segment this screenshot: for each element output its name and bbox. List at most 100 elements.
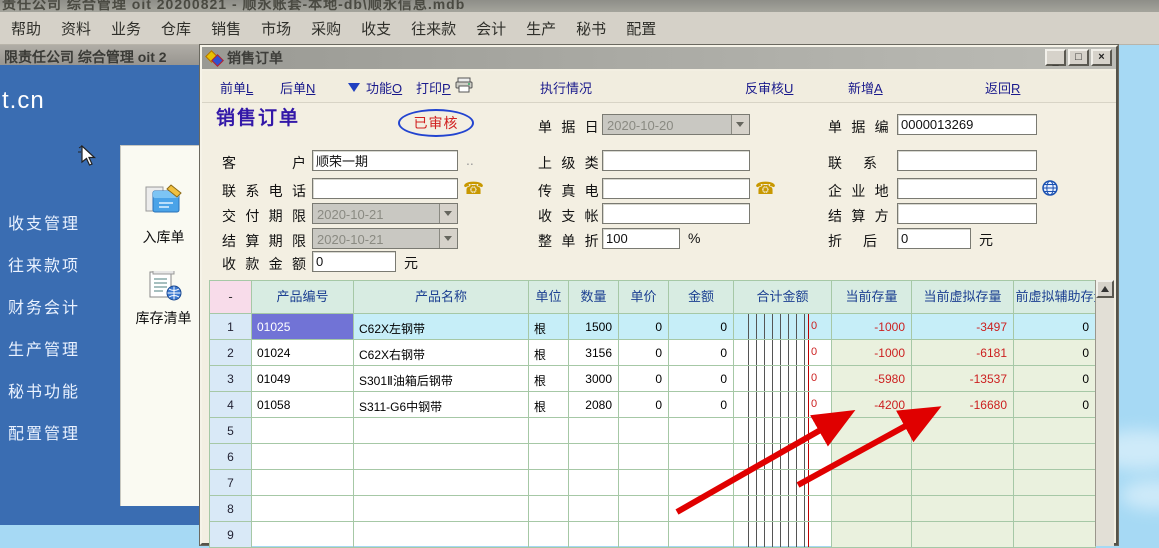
toolbar-打印[interactable]: 打印P: [416, 78, 451, 97]
table-cell[interactable]: -13537: [912, 366, 1014, 392]
table-cell[interactable]: [252, 522, 354, 548]
table-cell[interactable]: [569, 470, 619, 496]
field-fax[interactable]: [602, 178, 750, 199]
menu-item-资料[interactable]: 资料: [56, 16, 96, 41]
table-cell[interactable]: [1014, 522, 1096, 548]
table-cell[interactable]: 0 0: [734, 366, 832, 392]
table-cell[interactable]: -1000: [832, 314, 912, 340]
table-cell[interactable]: [832, 444, 912, 470]
field-contact[interactable]: [897, 150, 1037, 171]
table-cell[interactable]: 01024: [252, 340, 354, 366]
table-cell[interactable]: [529, 496, 569, 522]
table-cell[interactable]: [734, 522, 832, 548]
table-cell[interactable]: [252, 418, 354, 444]
table-cell[interactable]: [912, 444, 1014, 470]
table-cell[interactable]: 根: [529, 340, 569, 366]
table-cell[interactable]: [734, 496, 832, 522]
field-suffix-customer[interactable]: ..: [466, 152, 474, 168]
table-cell[interactable]: 0: [1014, 314, 1096, 340]
table-cell[interactable]: -1000: [832, 340, 912, 366]
table-cell[interactable]: 0 0: [734, 392, 832, 418]
toolbar-后单[interactable]: 后单N: [280, 78, 315, 97]
field-settle_date[interactable]: 2020-10-21: [312, 228, 458, 249]
table-cell[interactable]: 0: [1014, 340, 1096, 366]
table-cell[interactable]: [832, 496, 912, 522]
table-cell[interactable]: [669, 444, 734, 470]
menu-item-业务[interactable]: 业务: [106, 16, 146, 41]
shortcut-入库单[interactable]: 入库单: [121, 184, 206, 247]
table-cell[interactable]: [912, 522, 1014, 548]
table-cell[interactable]: 01025: [252, 314, 354, 340]
shortcut-库存清单[interactable]: 库存清单: [121, 271, 206, 328]
table-cell[interactable]: [354, 496, 529, 522]
table-cell[interactable]: C62X左钢带: [354, 314, 529, 340]
table-cell[interactable]: -3497: [912, 314, 1014, 340]
table-cell[interactable]: [912, 418, 1014, 444]
table-cell[interactable]: [569, 496, 619, 522]
table-cell[interactable]: [619, 418, 669, 444]
table-cell[interactable]: [832, 470, 912, 496]
table-cell[interactable]: [1014, 470, 1096, 496]
table-cell[interactable]: -16680: [912, 392, 1014, 418]
dropdown-arrow-icon[interactable]: [439, 229, 457, 248]
menu-item-收支[interactable]: 收支: [356, 16, 396, 41]
menu-item-往来款[interactable]: 往来款: [406, 16, 461, 41]
table-cell[interactable]: 01058: [252, 392, 354, 418]
phone-icon[interactable]: ☎: [755, 179, 776, 199]
table-cell[interactable]: 0 0: [734, 340, 832, 366]
toolbar-前单[interactable]: 前单L: [220, 78, 253, 97]
table-cell[interactable]: 0: [619, 340, 669, 366]
phone-icon[interactable]: ☎: [463, 179, 484, 199]
table-cell[interactable]: [1014, 444, 1096, 470]
table-cell[interactable]: [569, 444, 619, 470]
table-cell[interactable]: -5980: [832, 366, 912, 392]
table-cell[interactable]: [619, 470, 669, 496]
table-cell[interactable]: [912, 496, 1014, 522]
table-cell[interactable]: S301Ⅱ油箱后钢带: [354, 366, 529, 392]
table-cell[interactable]: 2080: [569, 392, 619, 418]
toolbar-功能[interactable]: 功能O: [366, 78, 402, 97]
menu-item-帮助[interactable]: 帮助: [6, 16, 46, 41]
table-cell[interactable]: [734, 444, 832, 470]
field-received_amt[interactable]: [312, 251, 396, 272]
table-cell[interactable]: [354, 522, 529, 548]
table-cell[interactable]: 根: [529, 314, 569, 340]
menu-item-仓库[interactable]: 仓库: [156, 16, 196, 41]
close-button[interactable]: ×: [1091, 49, 1112, 66]
table-cell[interactable]: [1014, 418, 1096, 444]
minimize-button[interactable]: _: [1045, 49, 1066, 66]
field-parent_type[interactable]: [602, 150, 750, 171]
menu-item-销售[interactable]: 销售: [206, 16, 246, 41]
table-cell[interactable]: C62X右钢带: [354, 340, 529, 366]
table-cell[interactable]: -4200: [832, 392, 912, 418]
table-cell[interactable]: 0: [669, 314, 734, 340]
table-cell[interactable]: 0: [1014, 366, 1096, 392]
table-cell[interactable]: [619, 522, 669, 548]
maximize-button[interactable]: □: [1068, 49, 1089, 66]
table-cell[interactable]: 0 0: [734, 314, 832, 340]
table-cell[interactable]: [832, 522, 912, 548]
table-cell[interactable]: 0: [619, 314, 669, 340]
table-cell[interactable]: [669, 418, 734, 444]
table-cell[interactable]: [354, 470, 529, 496]
table-scrollbar[interactable]: [1095, 280, 1114, 546]
menu-item-采购[interactable]: 采购: [306, 16, 346, 41]
menu-item-秘书[interactable]: 秘书: [571, 16, 611, 41]
table-cell[interactable]: 1500: [569, 314, 619, 340]
table-cell[interactable]: [529, 418, 569, 444]
table-cell[interactable]: [619, 444, 669, 470]
field-customer[interactable]: [312, 150, 458, 171]
table-cell[interactable]: [669, 522, 734, 548]
menu-item-会计[interactable]: 会计: [471, 16, 511, 41]
sidebar-item-收支管理[interactable]: 收支管理: [8, 210, 80, 234]
table-cell[interactable]: 0: [669, 392, 734, 418]
field-address[interactable]: [897, 178, 1037, 199]
dialog-titlebar[interactable]: 销售订单 _ □ ×: [202, 47, 1116, 69]
toolbar-执行情况[interactable]: 执行情况: [540, 78, 592, 97]
table-cell[interactable]: 3000: [569, 366, 619, 392]
dropdown-arrow-icon[interactable]: [439, 204, 457, 223]
table-cell[interactable]: 3156: [569, 340, 619, 366]
field-doc_no[interactable]: [897, 114, 1037, 135]
field-phone[interactable]: [312, 178, 458, 199]
table-cell[interactable]: 01049: [252, 366, 354, 392]
